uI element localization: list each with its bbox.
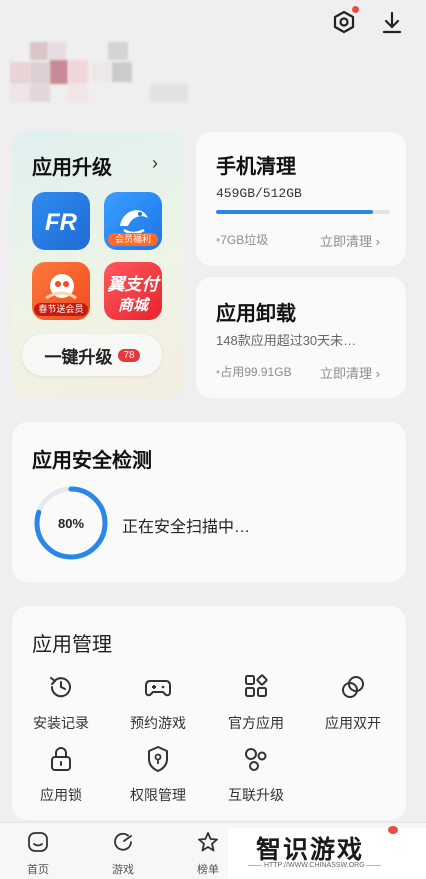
upgrade-all-label: 一键升级 [44, 347, 113, 367]
mgmt-label: 互联升级 [228, 787, 284, 803]
upgrade-all-button[interactable]: 一键升级 78 [22, 334, 162, 376]
yipay-text-top: 翼支付 [107, 275, 159, 294]
storage-progress-track [216, 210, 390, 214]
mgmt-label: 安装记录 [33, 715, 89, 731]
mgmt-permissions[interactable]: 权限管理 [118, 744, 198, 805]
management-title: 应用管理 [32, 634, 112, 656]
app-icon-fr[interactable]: FR [32, 192, 90, 250]
clean-title: 手机清理 [216, 156, 296, 178]
app-icon-uc[interactable]: 春节送会员 [32, 262, 90, 320]
tab-label: 首页 [27, 864, 49, 876]
storage-progress-fill [216, 210, 373, 214]
clean-now-link[interactable]: 立即清理 › [320, 231, 380, 250]
svg-text:FR: FR [45, 209, 78, 236]
mgmt-official-apps[interactable]: 官方应用 [216, 672, 296, 733]
notification-dot [388, 826, 398, 834]
upgrade-title: 应用升级 [32, 157, 112, 179]
mgmt-reserve-game[interactable]: 预约游戏 [118, 672, 198, 733]
dual-circle-icon [342, 676, 364, 698]
star-icon [198, 832, 218, 852]
security-status: 正在安全扫描中… [122, 519, 251, 536]
game-icon [114, 832, 132, 851]
download-icon[interactable] [378, 8, 406, 36]
mgmt-label: 预约游戏 [130, 715, 186, 731]
mgmt-connect-upgrade[interactable]: 互联升级 [216, 744, 296, 805]
dolphin-badge-label: 会员福利 [108, 233, 158, 246]
watermark: 智识游戏 —— HTTP://WWW.CHINASSW.ORG —— [228, 828, 426, 879]
shield-permission-icon [148, 746, 168, 772]
tab-label: 游戏 [112, 864, 134, 876]
uninstall-subtitle: 148款应用超过30天未… [216, 333, 357, 348]
mgmt-label: 应用双开 [325, 715, 381, 731]
apps-grid-icon [245, 674, 268, 697]
chevron-right-icon[interactable]: › [152, 153, 158, 174]
watermark-sub: —— HTTP://WWW.CHINASSW.ORG —— [248, 862, 381, 869]
lock-icon [51, 747, 71, 771]
storage-text: 459GB/512GB [216, 186, 302, 201]
security-percent: 80% [57, 515, 85, 531]
mgmt-install-history[interactable]: 安装记录 [21, 672, 101, 733]
watermark-text: 智识游戏 [256, 836, 365, 864]
home-icon [28, 832, 48, 852]
mgmt-app-lock[interactable]: 应用锁 [21, 744, 101, 805]
mgmt-label: 权限管理 [130, 787, 186, 803]
uc-badge-label: 春节送会员 [34, 303, 88, 316]
yipay-text-bottom: 商城 [117, 297, 148, 314]
tab-games[interactable]: 游戏 [93, 830, 153, 877]
history-icon [50, 677, 71, 698]
junk-text: •7GB垃圾 [216, 233, 269, 247]
mgmt-label: 应用锁 [40, 787, 82, 803]
security-title: 应用安全检测 [32, 450, 152, 472]
uninstall-title: 应用卸载 [216, 303, 296, 325]
usage-text: •占用99.91GB [216, 365, 292, 379]
mgmt-dual-apps[interactable]: 应用双开 [313, 672, 393, 733]
app-icon-yipay[interactable]: 翼支付 商城 [104, 262, 162, 320]
connect-icon [245, 748, 267, 771]
app-icon-dolphin[interactable]: 会员福利 [104, 192, 162, 250]
tab-home[interactable]: 首页 [8, 830, 68, 877]
mgmt-label: 官方应用 [228, 715, 284, 731]
notification-dot [352, 6, 359, 13]
gamepad-icon [145, 680, 171, 697]
uninstall-clean-link[interactable]: 立即清理 › [320, 363, 380, 382]
upgrade-count-badge: 78 [118, 348, 140, 362]
security-progress-ring: 80% [32, 484, 110, 562]
